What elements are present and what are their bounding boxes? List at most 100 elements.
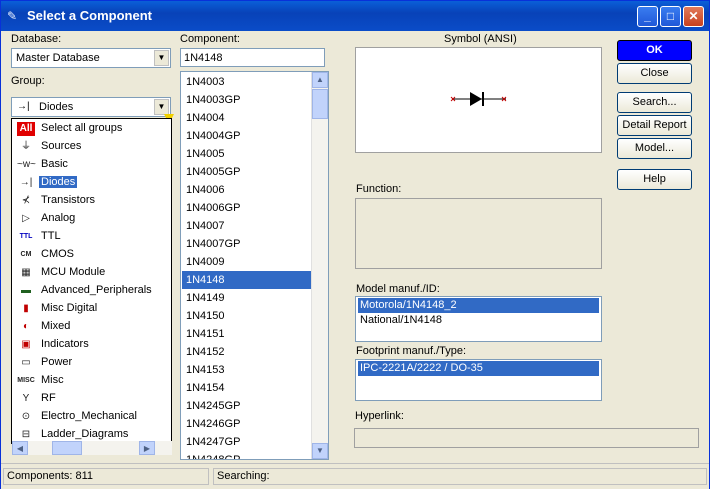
list-item[interactable]: 1N4151 xyxy=(182,325,312,343)
group-select[interactable]: →| Diodes ▼ xyxy=(11,97,171,117)
chevron-down-icon[interactable]: ▼ xyxy=(154,50,169,66)
list-item[interactable]: 1N4245GP xyxy=(182,397,312,415)
scroll-thumb[interactable] xyxy=(52,441,82,455)
footprint-item-selected[interactable]: IPC-2221A/2222 / DO-35 xyxy=(358,361,599,376)
component-input-value: 1N4148 xyxy=(184,52,223,64)
rf-icon: Y xyxy=(22,393,30,404)
scroll-thumb[interactable] xyxy=(312,89,328,119)
group-item-label: Power xyxy=(41,356,73,368)
indicators-icon: ▣ xyxy=(21,339,31,350)
components-count: Components: 811 xyxy=(3,468,209,485)
title-bar[interactable]: ✎ Select a Component _ □ ✕ xyxy=(1,1,709,31)
multisim-app-icon: ✎ xyxy=(7,9,18,23)
minimize-button[interactable]: _ xyxy=(637,6,658,27)
group-horizontal-scrollbar[interactable]: ◀ ▶ xyxy=(12,441,172,455)
footprint-label: Footprint manuf./Type: xyxy=(356,345,467,357)
model-list[interactable]: Motorola/1N4148_2 National/1N4148 xyxy=(355,296,602,342)
list-item[interactable]: 1N4247GP xyxy=(182,433,312,451)
model-button[interactable]: Model... xyxy=(617,138,692,159)
group-item[interactable]: MISC Misc xyxy=(14,372,170,390)
resistor-icon: ~w~ xyxy=(17,159,36,170)
window-title: Select a Component xyxy=(27,8,152,23)
list-item[interactable]: 1N4009 xyxy=(182,253,312,271)
group-item-selected[interactable]: →| Diodes xyxy=(14,174,170,192)
all-groups-icon: All xyxy=(17,122,35,136)
footprint-list[interactable]: IPC-2221A/2222 / DO-35 xyxy=(355,359,602,401)
scroll-right-icon[interactable]: ▶ xyxy=(139,441,155,455)
group-item-label: RF xyxy=(41,392,56,404)
function-box xyxy=(355,198,602,269)
group-label: Group: xyxy=(11,75,45,87)
list-item[interactable]: 1N4003 xyxy=(182,73,312,91)
list-item[interactable]: 1N4246GP xyxy=(182,415,312,433)
peripherals-icon: ▬ xyxy=(21,285,31,296)
model-item[interactable]: National/1N4148 xyxy=(358,313,599,328)
list-item[interactable]: 1N4007 xyxy=(182,217,312,235)
list-item[interactable]: 1N4007GP xyxy=(182,235,312,253)
list-item[interactable]: 1N4153 xyxy=(182,361,312,379)
misc-icon: MISC xyxy=(17,377,35,384)
hyperlink-field[interactable] xyxy=(354,428,699,448)
group-item[interactable]: CM CMOS xyxy=(14,246,170,264)
scroll-down-icon[interactable]: ▼ xyxy=(312,443,328,459)
list-item[interactable]: 1N4006GP xyxy=(182,199,312,217)
group-item[interactable]: ⊀ Transistors xyxy=(14,192,170,210)
mixed-icon: ◐ xyxy=(22,321,30,332)
list-item[interactable]: 1N4152 xyxy=(182,343,312,361)
group-item[interactable]: TTL TTL xyxy=(14,228,170,246)
scroll-up-icon[interactable]: ▲ xyxy=(312,72,328,88)
diode-icon: →| xyxy=(19,177,33,188)
list-item[interactable]: 1N4004 xyxy=(182,109,312,127)
list-item[interactable]: 1N4005 xyxy=(182,145,312,163)
group-item-label: Ladder_Diagrams xyxy=(41,428,129,440)
group-item[interactable]: ⊙ Electro_Mechanical xyxy=(14,408,170,426)
group-item[interactable]: ▷ Analog xyxy=(14,210,170,228)
sources-icon: ⏚ xyxy=(21,141,31,152)
help-button[interactable]: Help xyxy=(617,169,692,190)
list-item[interactable]: 1N4006 xyxy=(182,181,312,199)
close-button[interactable]: Close xyxy=(617,63,692,84)
close-window-button[interactable]: ✕ xyxy=(683,6,704,27)
group-item[interactable]: ▬ Advanced_Peripherals xyxy=(14,282,170,300)
group-item[interactable]: ⏚ Sources xyxy=(14,138,170,156)
list-item[interactable]: 1N4004GP xyxy=(182,127,312,145)
search-button[interactable]: Search... xyxy=(617,92,692,113)
group-item[interactable]: ◐ Mixed xyxy=(14,318,170,336)
list-item[interactable]: 1N4149 xyxy=(182,289,312,307)
searching-status: Searching: xyxy=(213,468,707,485)
power-icon: ▭ xyxy=(21,357,31,368)
group-item[interactable]: ▮ Misc Digital xyxy=(14,300,170,318)
detail-report-button[interactable]: Detail Report xyxy=(617,115,692,136)
group-item[interactable]: Y RF xyxy=(14,390,170,408)
list-item-selected[interactable]: 1N4148 xyxy=(182,271,328,289)
component-scrollbar[interactable]: ▲ ▼ xyxy=(311,72,328,459)
database-select[interactable]: Master Database ▼ xyxy=(11,48,171,68)
group-item[interactable]: ▦ MCU Module xyxy=(14,264,170,282)
minimize-icon: _ xyxy=(644,9,651,23)
group-item-label: Sources xyxy=(41,140,82,152)
maximize-button[interactable]: □ xyxy=(660,6,681,27)
model-item-selected[interactable]: Motorola/1N4148_2 xyxy=(358,298,599,313)
list-item[interactable]: 1N4150 xyxy=(182,307,312,325)
database-value: Master Database xyxy=(16,52,100,64)
list-item[interactable]: 1N4003GP xyxy=(182,91,312,109)
group-item[interactable]: ▣ Indicators xyxy=(14,336,170,354)
group-dropdown-list[interactable]: All Select all groups ⏚ Sources ~w~ Basi… xyxy=(11,118,172,444)
group-item[interactable]: ~w~ Basic xyxy=(14,156,170,174)
group-item[interactable]: ▭ Power xyxy=(14,354,170,372)
list-item[interactable]: 1N4005GP xyxy=(182,163,312,181)
component-input[interactable]: 1N4148 xyxy=(180,48,325,67)
database-label: Database: xyxy=(11,33,62,45)
component-label: Component: xyxy=(180,33,240,45)
symbol-label: Symbol (ANSI) xyxy=(444,33,517,45)
list-item[interactable]: 1N4154 xyxy=(182,379,312,397)
group-item-label: Select all groups xyxy=(41,122,123,134)
group-item-label: Advanced_Peripherals xyxy=(41,284,152,296)
list-item[interactable]: 1N4248GP xyxy=(182,451,312,459)
scroll-left-icon[interactable]: ◀ xyxy=(12,441,28,455)
component-list[interactable]: 1N4003 1N4003GP 1N4004 1N4004GP 1N4005 1… xyxy=(180,71,329,460)
ok-button[interactable]: OK xyxy=(617,40,692,61)
chevron-down-icon[interactable]: ▼ xyxy=(154,99,169,115)
group-item[interactable]: All Select all groups xyxy=(14,120,170,138)
ladder-icon: ⊟ xyxy=(21,429,31,440)
